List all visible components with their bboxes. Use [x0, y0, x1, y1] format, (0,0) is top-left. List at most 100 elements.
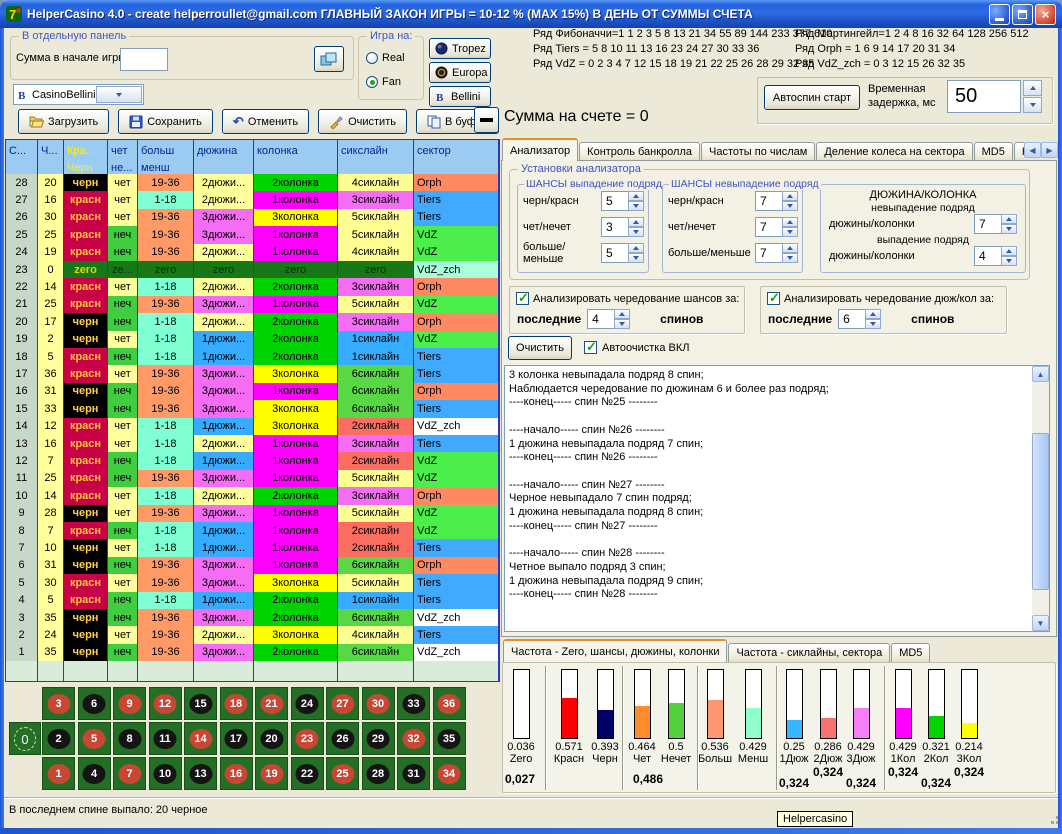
value-spinner[interactable]: 7	[755, 243, 798, 263]
spinner-up-icon[interactable]	[782, 191, 798, 201]
radio-real[interactable]: Real	[366, 52, 405, 64]
spinner-down-icon[interactable]	[614, 319, 630, 329]
spinner-up-icon[interactable]	[1001, 246, 1017, 256]
spinner-value[interactable]: 6	[838, 309, 865, 329]
analyzer-log[interactable]: 3 колонка невыпадала подряд 8 спин; Набл…	[504, 365, 1050, 632]
start-sum-input[interactable]	[120, 48, 168, 71]
value-spinner[interactable]: 7	[974, 214, 1017, 234]
board-cell-zero[interactable]: 0	[9, 722, 41, 755]
tab-main-5[interactable]: MD5	[974, 142, 1013, 161]
board-cell-5[interactable]: 5	[78, 722, 111, 755]
spinner-up-icon[interactable]	[628, 243, 644, 253]
combo-dropdown-button[interactable]	[96, 86, 142, 103]
board-cell-2[interactable]: 2	[42, 722, 75, 755]
tab-main-1[interactable]: Анализатор	[502, 138, 578, 161]
spinner-value[interactable]: 7	[974, 214, 1001, 234]
board-cell-19[interactable]: 19	[255, 757, 288, 790]
board-cell-14[interactable]: 14	[184, 722, 217, 755]
spinner-up-icon[interactable]	[1001, 214, 1017, 224]
board-cell-30[interactable]: 30	[362, 687, 395, 720]
board-cell-35[interactable]: 35	[433, 722, 466, 755]
spinner-value[interactable]: 4	[587, 309, 614, 329]
value-spinner[interactable]: 4	[974, 246, 1017, 266]
spinner-value[interactable]: 7	[755, 217, 782, 237]
spinner-value[interactable]: 5	[601, 243, 628, 263]
casino-button-europa[interactable]: Europa	[429, 62, 491, 83]
spinner-down-icon[interactable]	[1001, 256, 1017, 266]
radio-fan[interactable]: Fan	[366, 76, 401, 88]
value-spinner[interactable]: 5	[601, 243, 644, 263]
tab-main-6[interactable]: Ко	[1014, 142, 1024, 161]
maximize-button[interactable]	[1012, 4, 1033, 25]
board-cell-22[interactable]: 22	[291, 757, 324, 790]
autospin-start-button[interactable]: Автоспин старт	[764, 85, 860, 110]
tab-frequency-3[interactable]: MD5	[891, 643, 930, 662]
tab-scroll-right-button[interactable]: ▶	[1041, 142, 1058, 158]
detach-panel-button[interactable]	[314, 46, 344, 72]
autoclean-checkbox[interactable]: Автоочистка ВКЛ	[584, 341, 689, 354]
minimize-button[interactable]	[989, 4, 1010, 25]
casino-button-bellini[interactable]: BBellini	[429, 86, 491, 107]
board-cell-36[interactable]: 36	[433, 687, 466, 720]
title-bar[interactable]: 7 HelperCasino 4.0 - create helperroulle…	[0, 0, 1062, 28]
board-cell-6[interactable]: 6	[78, 687, 111, 720]
board-cell-4[interactable]: 4	[78, 757, 111, 790]
spinner-value[interactable]: 4	[974, 246, 1001, 266]
spinner-value[interactable]: 7	[755, 243, 782, 263]
value-spinner[interactable]: 3	[601, 217, 644, 237]
spinner-down-icon[interactable]	[628, 227, 644, 237]
scroll-down-button[interactable]: ▼	[1032, 615, 1049, 631]
board-cell-1[interactable]: 1	[42, 757, 75, 790]
alternation-chances-checkbox[interactable]: Анализировать чередование шансов за:	[516, 292, 744, 305]
board-cell-34[interactable]: 34	[433, 757, 466, 790]
spinner-up-icon[interactable]	[628, 217, 644, 227]
value-spinner[interactable]: 6	[838, 309, 881, 329]
board-cell-11[interactable]: 11	[149, 722, 182, 755]
close-button[interactable]: ×	[1035, 4, 1056, 25]
spinner-down-icon[interactable]	[782, 201, 798, 211]
spinner-up-icon[interactable]	[614, 309, 630, 319]
tab-main-2[interactable]: Контроль банкролла	[579, 142, 700, 161]
board-cell-9[interactable]: 9	[113, 687, 146, 720]
tab-main-4[interactable]: Деление колеса на сектора	[816, 142, 972, 161]
board-cell-31[interactable]: 31	[397, 757, 430, 790]
spinner-down-icon[interactable]	[782, 227, 798, 237]
spinner-down-icon[interactable]	[1001, 224, 1017, 234]
tab-frequency-2[interactable]: Частота - сиклайны, сектора	[728, 643, 890, 662]
value-spinner[interactable]: 7	[755, 217, 798, 237]
board-cell-7[interactable]: 7	[113, 757, 146, 790]
board-cell-28[interactable]: 28	[362, 757, 395, 790]
board-cell-3[interactable]: 3	[42, 687, 75, 720]
delay-input[interactable]: 50	[947, 80, 1021, 113]
board-cell-23[interactable]: 23	[291, 722, 324, 755]
tab-scroll-left-button[interactable]: ◀	[1024, 142, 1041, 158]
board-cell-33[interactable]: 33	[397, 687, 430, 720]
spinner-value[interactable]: 3	[601, 217, 628, 237]
toolbar-button[interactable]: Очистить	[318, 109, 407, 134]
spinner-up-icon[interactable]	[782, 217, 798, 227]
board-cell-10[interactable]: 10	[149, 757, 182, 790]
alternation-dozens-checkbox[interactable]: Анализировать чередование дюж/кол за:	[767, 292, 1006, 305]
board-cell-29[interactable]: 29	[362, 722, 395, 755]
spinner-down-icon[interactable]	[628, 253, 644, 263]
tab-main-3[interactable]: Частоты по числам	[701, 142, 815, 161]
collapse-button[interactable]	[474, 107, 499, 133]
spinner-value[interactable]: 7	[755, 191, 782, 211]
delay-up-button[interactable]	[1023, 80, 1042, 96]
clear-log-button[interactable]: Очистить	[508, 336, 572, 360]
board-cell-15[interactable]: 15	[184, 687, 217, 720]
board-cell-27[interactable]: 27	[326, 687, 359, 720]
board-cell-25[interactable]: 25	[326, 757, 359, 790]
spinner-up-icon[interactable]	[782, 243, 798, 253]
scroll-thumb[interactable]	[1032, 433, 1049, 590]
board-cell-16[interactable]: 16	[220, 757, 253, 790]
resize-grip[interactable]	[1051, 821, 1054, 824]
board-cell-8[interactable]: 8	[113, 722, 146, 755]
value-spinner[interactable]: 4	[587, 309, 630, 329]
toolbar-button[interactable]: Сохранить	[118, 109, 213, 134]
scroll-up-button[interactable]: ▲	[1032, 366, 1049, 382]
toolbar-button[interactable]: Загрузить	[18, 109, 109, 134]
spinner-down-icon[interactable]	[865, 319, 881, 329]
tab-frequency-1[interactable]: Частота - Zero, шансы, дюжины, колонки	[503, 639, 727, 662]
board-cell-12[interactable]: 12	[149, 687, 182, 720]
